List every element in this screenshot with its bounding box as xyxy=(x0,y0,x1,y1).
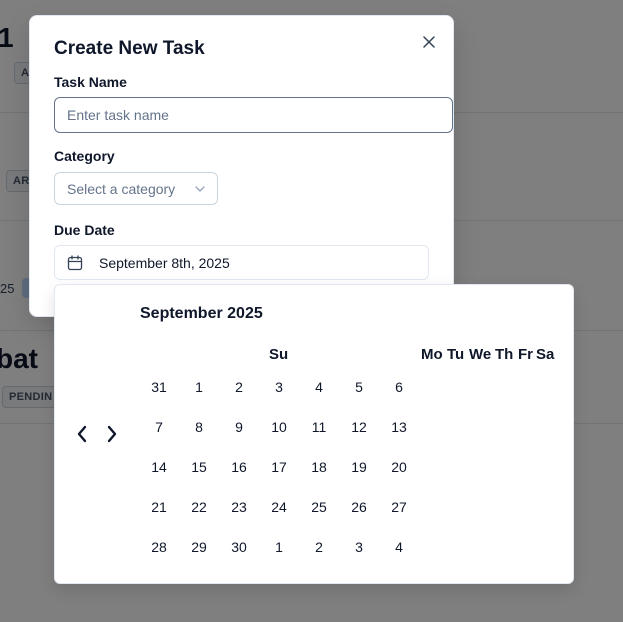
chevron-left-icon xyxy=(77,425,87,443)
calendar-day[interactable]: 11 xyxy=(299,407,339,447)
due-date-label: Due Date xyxy=(54,222,115,238)
calendar-day[interactable]: 7 xyxy=(139,407,179,447)
calendar-day[interactable]: 24 xyxy=(259,487,299,527)
category-select[interactable]: Select a category xyxy=(54,172,218,205)
calendar-day[interactable]: 18 xyxy=(299,447,339,487)
calendar-day[interactable]: 20 xyxy=(379,447,419,487)
task-name-input[interactable] xyxy=(54,97,453,133)
calendar-day[interactable]: 21 xyxy=(139,487,179,527)
weekday-header: Su xyxy=(269,346,289,363)
calendar-day[interactable]: 28 xyxy=(139,527,179,567)
weekday-header: Sa xyxy=(536,346,555,363)
calendar-day[interactable]: 17 xyxy=(259,447,299,487)
calendar-day[interactable]: 30 xyxy=(219,527,259,567)
calendar-day[interactable]: 3 xyxy=(259,367,299,407)
calendar-day[interactable]: 22 xyxy=(179,487,219,527)
calendar-icon xyxy=(67,254,83,270)
create-task-dialog: Create New Task Task Name Category Selec… xyxy=(29,15,454,317)
calendar-day[interactable]: 6 xyxy=(379,367,419,407)
calendar-day[interactable]: 15 xyxy=(179,447,219,487)
calendar-day[interactable]: 16 xyxy=(219,447,259,487)
weekday-header: Tu xyxy=(447,346,465,363)
calendar-month-caption: September 2025 xyxy=(140,305,263,322)
calendar-day[interactable]: 9 xyxy=(219,407,259,447)
calendar-day[interactable]: 12 xyxy=(339,407,379,447)
calendar-day[interactable]: 2 xyxy=(299,527,339,567)
calendar-popover: September 2025 Su Mo Tu We Th Fr Sa 31 1 2… xyxy=(54,284,574,584)
calendar-day[interactable]: 14 xyxy=(139,447,179,487)
weekday-header: We xyxy=(469,346,492,363)
weekday-header: Mo xyxy=(421,346,443,363)
weekday-header: Fr xyxy=(518,346,533,363)
task-name-label: Task Name xyxy=(54,74,127,90)
calendar-day[interactable]: 1 xyxy=(179,367,219,407)
close-button[interactable] xyxy=(419,32,439,52)
calendar-day[interactable]: 25 xyxy=(299,487,339,527)
calendar-day[interactable]: 2 xyxy=(219,367,259,407)
calendar-day[interactable]: 5 xyxy=(339,367,379,407)
due-date-picker-button[interactable]: September 8th, 2025 xyxy=(54,245,429,280)
calendar-day[interactable]: 27 xyxy=(379,487,419,527)
weekday-header: Th xyxy=(495,346,514,363)
calendar-day[interactable]: 10 xyxy=(259,407,299,447)
calendar-day[interactable]: 13 xyxy=(379,407,419,447)
chevron-right-icon xyxy=(107,425,117,443)
category-label: Category xyxy=(54,148,115,164)
calendar-day[interactable]: 19 xyxy=(339,447,379,487)
calendar-day[interactable]: 8 xyxy=(179,407,219,447)
due-date-value: September 8th, 2025 xyxy=(99,254,230,271)
previous-month-button[interactable] xyxy=(72,423,92,445)
calendar-day[interactable]: 29 xyxy=(179,527,219,567)
calendar-day[interactable]: 4 xyxy=(379,527,419,567)
calendar-day[interactable]: 3 xyxy=(339,527,379,567)
close-icon xyxy=(423,36,435,48)
calendar-day[interactable]: 31 xyxy=(139,367,179,407)
category-select-value: Select a category xyxy=(67,180,176,197)
calendar-day[interactable]: 4 xyxy=(299,367,339,407)
chevron-down-icon xyxy=(195,185,205,192)
dialog-title: Create New Task xyxy=(54,38,205,59)
calendar-day[interactable]: 26 xyxy=(339,487,379,527)
next-month-button[interactable] xyxy=(102,423,122,445)
calendar-day[interactable]: 23 xyxy=(219,487,259,527)
calendar-day[interactable]: 1 xyxy=(259,527,299,567)
